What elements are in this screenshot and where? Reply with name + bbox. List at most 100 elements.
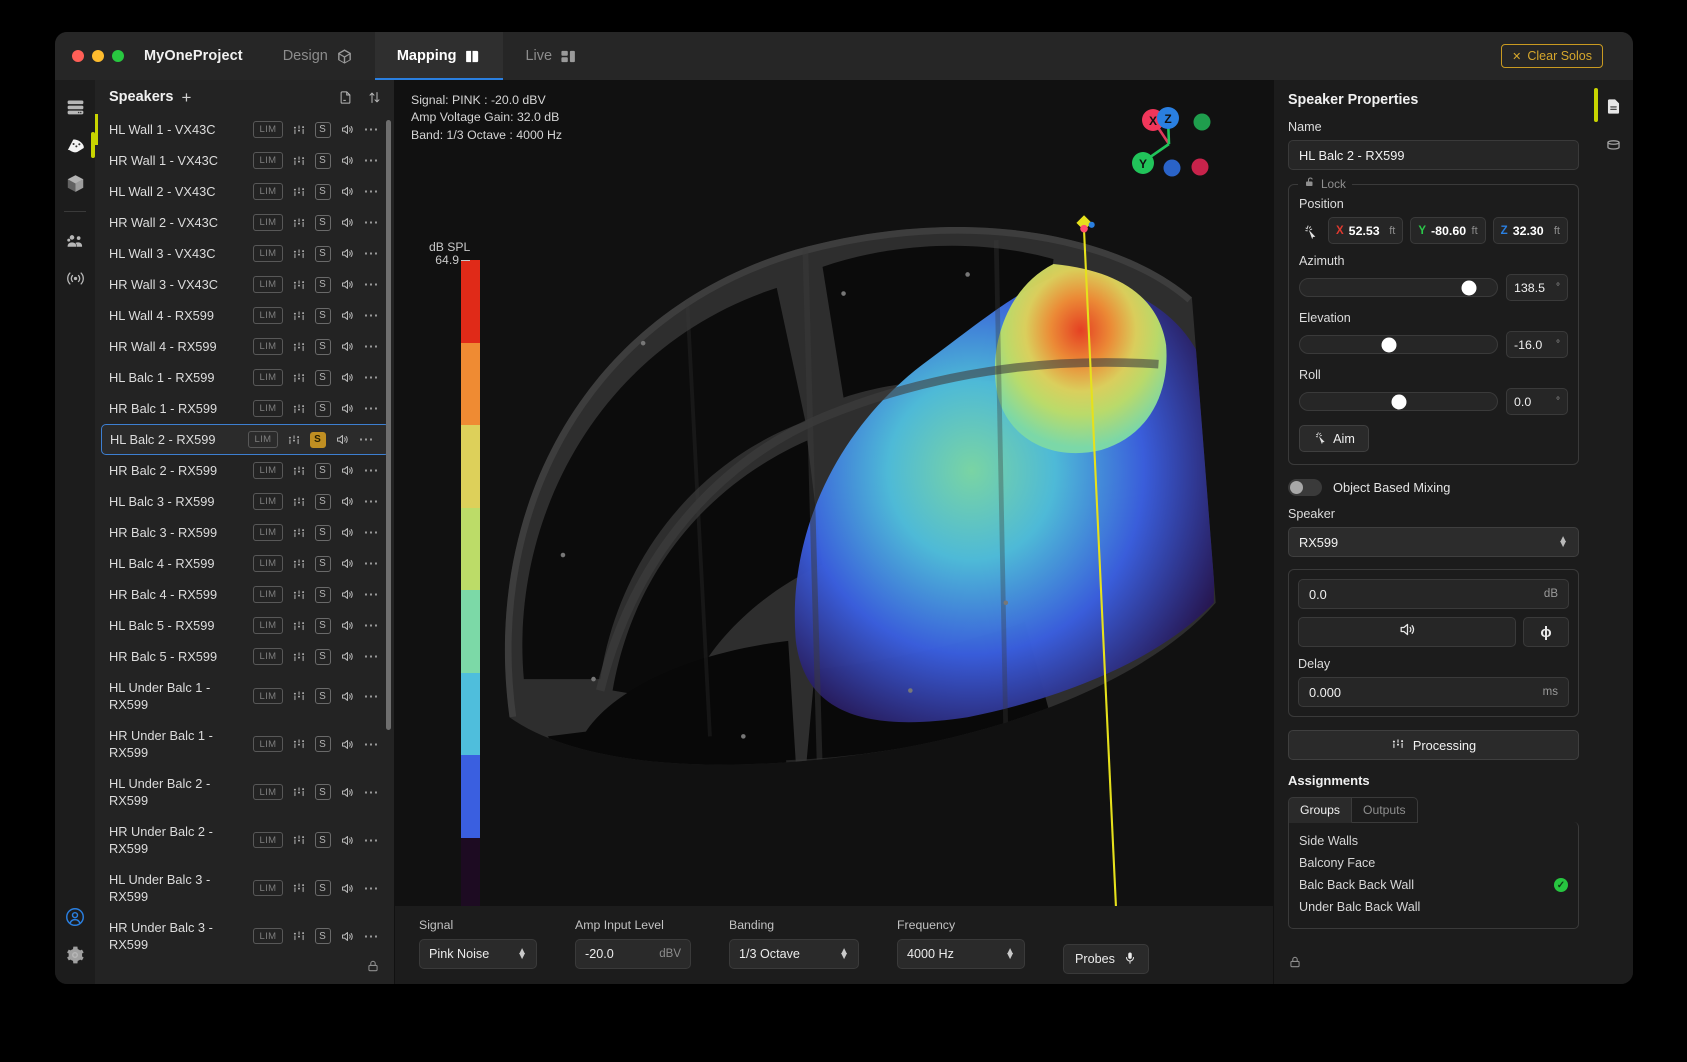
azimuth-slider-knob[interactable] [1462, 280, 1477, 295]
speaker-volume-icon[interactable] [340, 494, 355, 509]
processing-icon[interactable] [292, 737, 306, 751]
processing-icon[interactable] [292, 278, 306, 292]
limiter-button[interactable]: LIM [248, 431, 277, 448]
more-options-icon[interactable]: ⋯ [364, 884, 381, 893]
tab-design[interactable]: Design [261, 32, 375, 80]
more-options-icon[interactable]: ⋯ [364, 497, 381, 506]
maximize-window-button[interactable] [112, 50, 124, 62]
tab-outputs[interactable]: Outputs [1352, 797, 1418, 823]
limiter-button[interactable]: LIM [253, 462, 282, 479]
limiter-button[interactable]: LIM [253, 276, 282, 293]
speaker-volume-icon[interactable] [340, 649, 355, 664]
processing-icon[interactable] [292, 247, 306, 261]
azimuth-input[interactable]: 138.5 ° [1506, 274, 1568, 301]
cube-icon[interactable] [58, 166, 92, 200]
limiter-button[interactable]: LIM [253, 784, 282, 801]
solo-button[interactable]: S [315, 688, 331, 704]
more-options-icon[interactable]: ⋯ [364, 692, 381, 701]
speaker-row[interactable]: HL Wall 2 - VX43CLIMS⋯ [95, 176, 394, 207]
speaker-row[interactable]: HL Balc 1 - RX599LIMS⋯ [95, 362, 394, 393]
solo-button[interactable]: S [315, 928, 331, 944]
probes-button[interactable]: Probes [1063, 944, 1149, 974]
more-options-icon[interactable]: ⋯ [364, 187, 381, 196]
more-options-icon[interactable]: ⋯ [364, 373, 381, 382]
speaker-volume-icon[interactable] [340, 785, 355, 800]
more-options-icon[interactable]: ⋯ [364, 740, 381, 749]
solo-button[interactable]: S [315, 556, 331, 572]
limiter-button[interactable]: LIM [253, 214, 282, 231]
speaker-volume-icon[interactable] [340, 153, 355, 168]
speaker-row[interactable]: HL Under Balc 2 - RX599LIMS⋯ [95, 768, 394, 816]
patch-icon[interactable] [58, 128, 92, 162]
speaker-row[interactable]: HL Balc 2 - RX599LIMS⋯ [101, 424, 390, 455]
speaker-volume-icon[interactable] [340, 122, 355, 137]
azimuth-slider[interactable] [1299, 278, 1498, 297]
limiter-button[interactable]: LIM [253, 555, 282, 572]
limiter-button[interactable]: LIM [253, 524, 282, 541]
solo-button[interactable]: S [310, 432, 326, 448]
solo-button[interactable]: S [315, 525, 331, 541]
speaker-volume-icon[interactable] [340, 463, 355, 478]
speaker-row[interactable]: HR Wall 2 - VX43CLIMS⋯ [95, 207, 394, 238]
solo-button[interactable]: S [315, 122, 331, 138]
processing-icon[interactable] [287, 433, 301, 447]
speaker-row[interactable]: HR Balc 4 - RX599LIMS⋯ [95, 579, 394, 610]
speaker-row[interactable]: HL Wall 4 - RX599LIMS⋯ [95, 300, 394, 331]
more-options-icon[interactable]: ⋯ [364, 932, 381, 941]
solo-button[interactable]: S [315, 587, 331, 603]
signal-select[interactable]: Pink Noise ▲▼ [419, 939, 537, 969]
limiter-button[interactable]: LIM [253, 307, 282, 324]
processing-icon[interactable] [292, 216, 306, 230]
limiter-button[interactable]: LIM [253, 152, 282, 169]
processing-icon[interactable] [292, 154, 306, 168]
more-options-icon[interactable]: ⋯ [364, 788, 381, 797]
processing-icon[interactable] [292, 929, 306, 943]
limiter-button[interactable]: LIM [253, 183, 282, 200]
audience-icon[interactable] [58, 223, 92, 257]
speaker-volume-icon[interactable] [340, 339, 355, 354]
solo-button[interactable]: S [315, 215, 331, 231]
solo-button[interactable]: S [315, 184, 331, 200]
delay-input[interactable]: 0.000 ms [1298, 677, 1569, 707]
speaker-row[interactable]: HR Balc 5 - RX599LIMS⋯ [95, 641, 394, 672]
limiter-button[interactable]: LIM [253, 832, 282, 849]
tab-groups[interactable]: Groups [1288, 797, 1352, 823]
more-options-icon[interactable]: ⋯ [364, 559, 381, 568]
settings-gear-icon[interactable] [58, 938, 92, 972]
speaker-row[interactable]: HL Balc 3 - RX599LIMS⋯ [95, 486, 394, 517]
more-options-icon[interactable]: ⋯ [364, 590, 381, 599]
speaker-volume-icon[interactable] [340, 277, 355, 292]
speaker-row[interactable]: HR Balc 2 - RX599LIMS⋯ [95, 455, 394, 486]
more-options-icon[interactable]: ⋯ [364, 156, 381, 165]
processing-icon[interactable] [292, 619, 306, 633]
lock-icon[interactable] [1288, 955, 1302, 974]
speaker-volume-icon[interactable] [340, 556, 355, 571]
limiter-button[interactable]: LIM [253, 493, 282, 510]
solo-button[interactable]: S [315, 880, 331, 896]
limiter-button[interactable]: LIM [253, 369, 282, 386]
more-options-icon[interactable]: ⋯ [364, 342, 381, 351]
speaker-row[interactable]: HR Wall 1 - VX43CLIMS⋯ [95, 145, 394, 176]
speaker-row[interactable]: HR Under Balc 3 - RX599LIMS⋯ [95, 912, 394, 952]
position-y-input[interactable]: Y -80.60 ft [1410, 217, 1485, 244]
more-options-icon[interactable]: ⋯ [364, 652, 381, 661]
speaker-row[interactable]: HR Wall 3 - VX43CLIMS⋯ [95, 269, 394, 300]
lock-legend[interactable]: Lock [1298, 176, 1352, 191]
speaker-volume-icon[interactable] [340, 401, 355, 416]
gain-input[interactable]: 0.0 dB [1298, 579, 1569, 609]
elevation-slider[interactable] [1299, 335, 1498, 354]
speakers-list[interactable]: HL Wall 1 - VX43CLIMS⋯HR Wall 1 - VX43CL… [95, 114, 394, 952]
assignment-item[interactable]: Under Balc Back Wall [1299, 896, 1568, 918]
solo-button[interactable]: S [315, 649, 331, 665]
roll-slider[interactable] [1299, 392, 1498, 411]
more-options-icon[interactable]: ⋯ [364, 528, 381, 537]
axis-gizmo[interactable]: X Z Y [1125, 98, 1225, 188]
export-document-icon[interactable] [338, 90, 353, 105]
user-account-icon[interactable] [58, 900, 92, 934]
speaker-row[interactable]: HR Under Balc 1 - RX599LIMS⋯ [95, 720, 394, 768]
document-icon[interactable] [1597, 90, 1629, 122]
limiter-button[interactable]: LIM [253, 121, 282, 138]
speaker-volume-icon[interactable] [340, 587, 355, 602]
processing-icon[interactable] [292, 371, 306, 385]
solo-button[interactable]: S [315, 736, 331, 752]
